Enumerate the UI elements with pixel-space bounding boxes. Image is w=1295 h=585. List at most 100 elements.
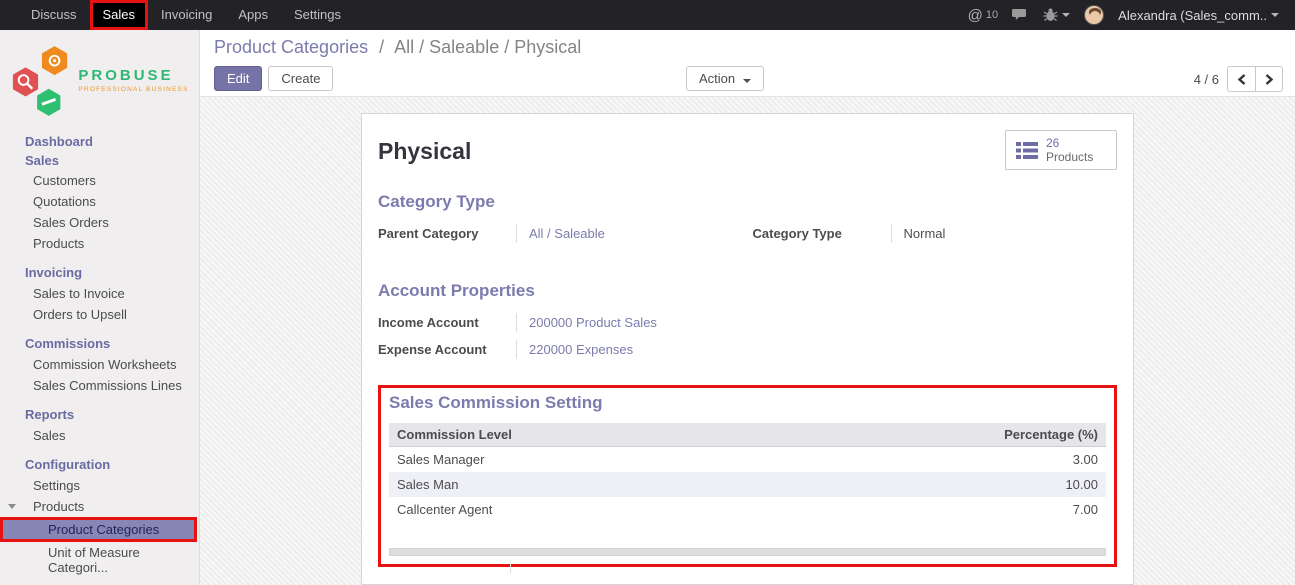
at-icon: @	[968, 7, 983, 24]
nav-menu-item[interactable]: Apps	[225, 0, 281, 30]
sidebar-menu-item[interactable]: Settings	[0, 475, 199, 496]
sidebar-menu-item[interactable]: Invoicing	[0, 262, 199, 283]
sidebar-menu-item[interactable]: Reports	[0, 404, 199, 425]
sidebar-item-label: Sales to Invoice	[33, 286, 125, 301]
chevron-down-icon	[1271, 13, 1279, 17]
column-header-percentage[interactable]: Percentage (%)	[783, 423, 1106, 447]
parent-category-value-link[interactable]: All / Saleable	[516, 224, 743, 243]
main-area: Product Categories / All / Saleable / Ph…	[200, 30, 1295, 585]
user-menu[interactable]: Alexandra (Sales_comm..	[1118, 8, 1279, 23]
sidebar-menu-item[interactable]: Sales to Invoice	[0, 283, 199, 304]
page-title: Physical	[378, 138, 471, 165]
user-avatar[interactable]	[1084, 5, 1104, 25]
percentage-cell[interactable]: 3.00	[783, 447, 1106, 473]
sidebar-item-label: Configuration	[25, 457, 110, 472]
sidebar-item-label: Sales Commissions Lines	[33, 378, 182, 393]
list-icon	[1016, 142, 1038, 159]
action-label: Action	[699, 71, 735, 86]
category-type-value: Normal	[891, 224, 1118, 243]
sidebar-item-label: Reports	[25, 407, 74, 422]
control-panel: Product Categories / All / Saleable / Ph…	[200, 30, 1295, 97]
sidebar-menu-item[interactable]: Sales	[0, 151, 199, 170]
sidebar-item-label: Customers	[33, 173, 96, 188]
sidebar-menu-item[interactable]: Products	[0, 496, 199, 517]
products-stat-button[interactable]: 26 Products	[1005, 130, 1117, 170]
sidebar-menu-item[interactable]: Products	[0, 233, 199, 254]
user-name: Alexandra (Sales_comm..	[1118, 8, 1267, 23]
sidebar-menu-item[interactable]: Commission Worksheets	[0, 354, 199, 375]
nav-menu-item[interactable]: Invoicing	[148, 0, 225, 30]
messages-icon[interactable]	[1012, 8, 1029, 22]
record-pager: 4 / 6	[1194, 66, 1283, 92]
field-label: Category Type	[753, 224, 891, 243]
commission-table-row[interactable]: Sales Man 10.00	[389, 472, 1106, 497]
action-dropdown-button[interactable]: Action	[686, 66, 764, 91]
section-heading-category-type: Category Type	[378, 192, 1117, 212]
horizontal-scrollbar[interactable]	[389, 548, 1106, 556]
mentions-counter[interactable]: @ 10	[968, 7, 998, 24]
sidebar-item-label: Orders to Upsell	[33, 307, 127, 322]
app-menu: Discuss Sales Invoicing Apps Settings	[0, 0, 354, 30]
edit-button[interactable]: Edit	[214, 66, 262, 91]
sidebar-menu-item[interactable]: Dashboard	[0, 132, 199, 151]
sidebar-item-label: Products	[33, 236, 84, 251]
sidebar-menu-item[interactable]: Customers	[0, 170, 199, 191]
nav-menu-item[interactable]: Sales	[90, 0, 149, 30]
chevron-down-icon	[743, 79, 751, 83]
sidebar-menu-item[interactable]: Sales Commissions Lines	[0, 375, 199, 396]
breadcrumb-separator: /	[379, 37, 384, 57]
probuse-logo-icon	[10, 44, 72, 116]
commission-level-cell[interactable]: Sales Man	[389, 472, 783, 497]
commission-table-row[interactable]: Callcenter Agent 7.00	[389, 497, 1106, 522]
column-header-commission-level[interactable]: Commission Level	[389, 423, 783, 447]
sidebar-menu-item[interactable]: Sales	[0, 425, 199, 446]
sidebar-menu-item[interactable]: Commissions	[0, 333, 199, 354]
percentage-cell[interactable]: 7.00	[783, 497, 1106, 522]
sidebar-item-label: Commissions	[25, 336, 110, 351]
create-button[interactable]: Create	[268, 66, 333, 91]
sidebar-item-label: Sales	[25, 153, 59, 168]
breadcrumb-root-link[interactable]: Product Categories	[214, 37, 368, 57]
sidebar-menu-item[interactable]: Orders to Upsell	[0, 304, 199, 325]
annotation-box-commission-section: Sales Commission Setting Commission Leve…	[378, 385, 1117, 567]
percentage-cell[interactable]: 10.00	[783, 472, 1106, 497]
form-sheet: Physical 26 Products Category Type	[361, 113, 1134, 585]
sidebar-menu-item[interactable]: Sales Orders	[0, 212, 199, 233]
sidebar-item-label: Sales	[33, 428, 66, 443]
sidebar-menu-item[interactable]: Product Categories	[0, 517, 197, 542]
form-buttons: Edit Create	[214, 66, 333, 91]
sidebar-menu-item[interactable]: Configuration	[0, 454, 199, 475]
commission-table-header-row: Commission Level Percentage (%)	[389, 423, 1106, 447]
chevron-down-icon	[1062, 13, 1070, 17]
section-heading-account-properties: Account Properties	[378, 281, 1117, 301]
expand-caret-icon	[8, 504, 16, 509]
pager-next-button[interactable]	[1255, 66, 1283, 92]
chevron-left-icon	[1238, 74, 1246, 85]
sidebar-item-label: Sales Orders	[33, 215, 109, 230]
sidebar-item-label: Dashboard	[25, 134, 93, 149]
top-navbar: Discuss Sales Invoicing Apps Settings @ …	[0, 0, 1295, 30]
chevron-right-icon	[1265, 74, 1273, 85]
income-account-value-link[interactable]: 200000 Product Sales	[516, 313, 748, 332]
nav-menu-item[interactable]: Settings	[281, 0, 354, 30]
breadcrumb: Product Categories / All / Saleable / Ph…	[214, 37, 581, 58]
debug-bug-icon[interactable]	[1043, 8, 1070, 22]
field-label: Expense Account	[378, 340, 516, 359]
commission-level-cell[interactable]: Sales Manager	[389, 447, 783, 473]
commission-level-cell[interactable]: Callcenter Agent	[389, 497, 783, 522]
expense-account-value-link[interactable]: 220000 Expenses	[516, 340, 748, 359]
sidebar-menu: Dashboard Sales Customers Quotations Sal…	[0, 132, 199, 585]
stat-count: 26	[1046, 136, 1093, 150]
pager-previous-button[interactable]	[1227, 66, 1255, 92]
sidebar-item-label: Product Categories	[48, 522, 159, 537]
nav-menu-item[interactable]: Discuss	[18, 0, 90, 30]
sidebar-menu-item[interactable]: Quotations	[0, 191, 199, 212]
logo-title: PROBUSE	[78, 67, 188, 84]
section-heading-sales-commission: Sales Commission Setting	[389, 393, 1106, 413]
sidebar-menu-item[interactable]: Unit of Measure Categori...	[0, 542, 199, 578]
form-view-background: Physical 26 Products Category Type	[200, 97, 1295, 585]
probuse-logo[interactable]: PROBUSE PROFESSIONAL BUSINESS	[6, 44, 193, 116]
field-separator-line	[510, 563, 511, 573]
commission-table-row[interactable]: Sales Manager 3.00	[389, 447, 1106, 473]
mention-count: 10	[986, 9, 998, 21]
